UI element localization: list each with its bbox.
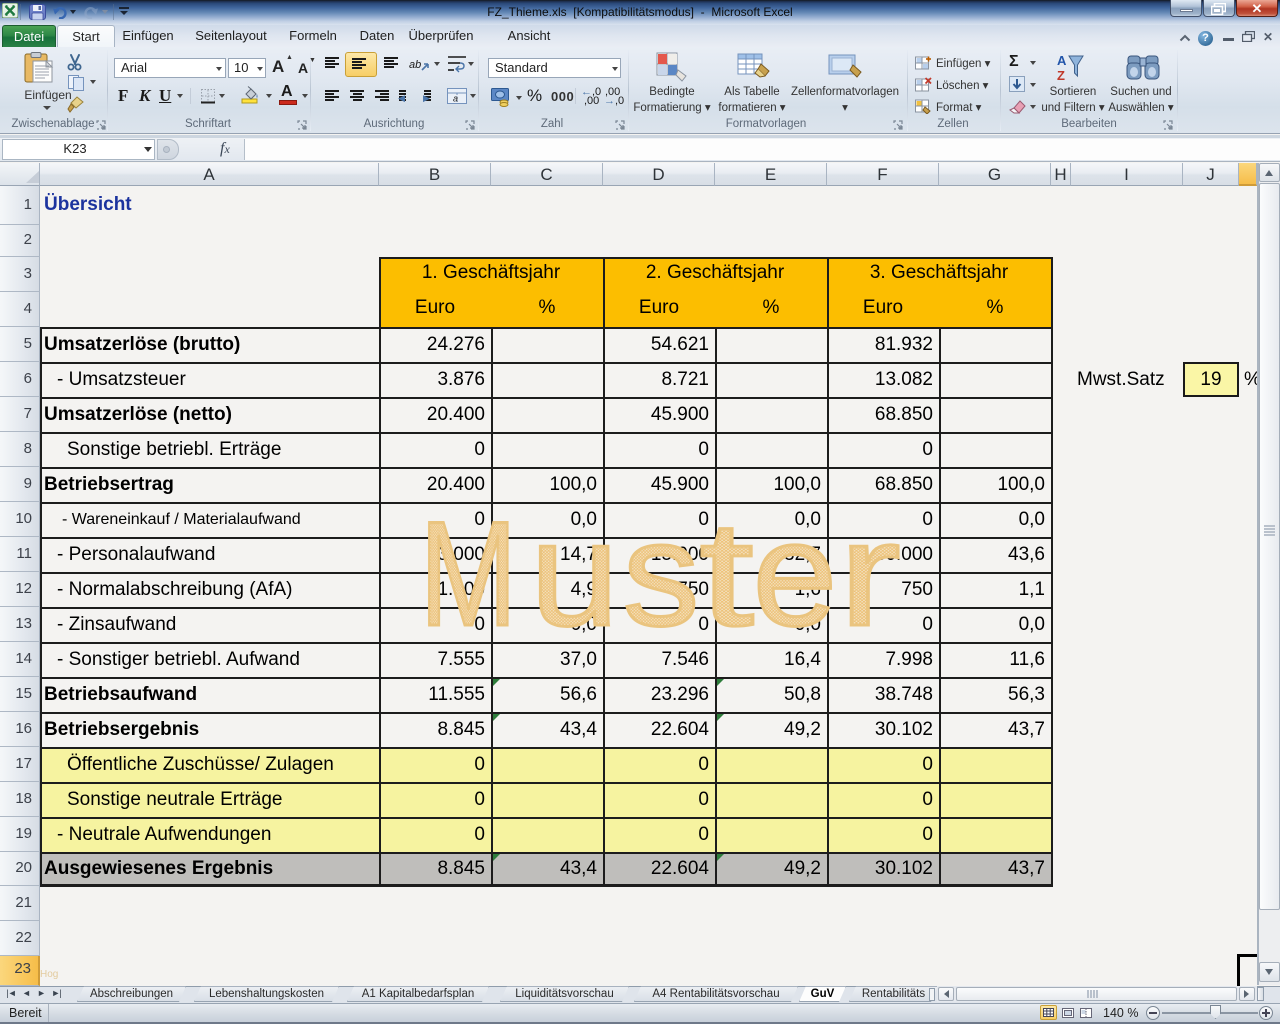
svg-text:u: u xyxy=(530,490,619,657)
svg-text:e: e xyxy=(753,490,838,656)
svg-text:t: t xyxy=(699,490,753,657)
svg-text:r: r xyxy=(839,490,901,657)
svg-text:s: s xyxy=(623,491,700,658)
svg-text:M: M xyxy=(420,491,517,657)
